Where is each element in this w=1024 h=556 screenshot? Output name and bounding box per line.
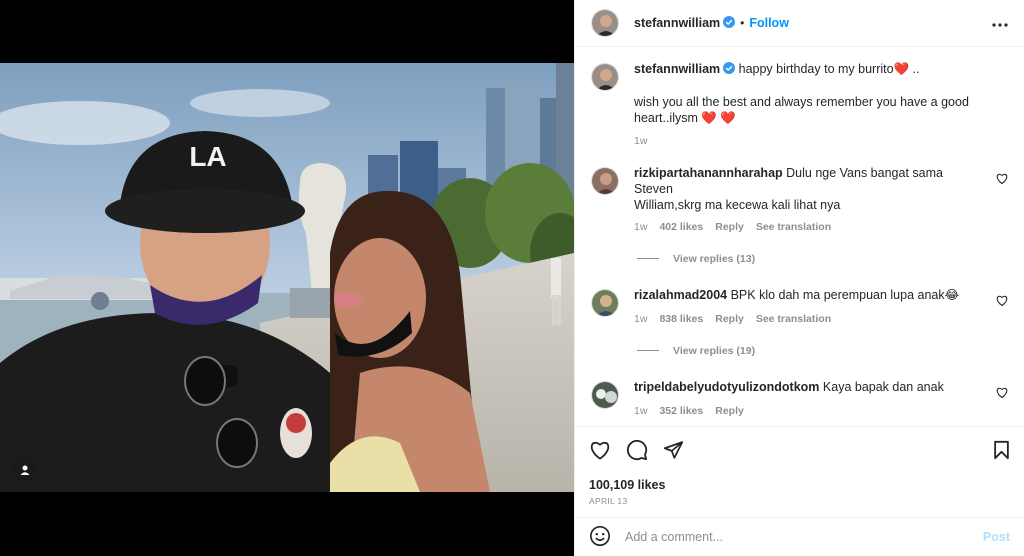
avatar-image <box>592 64 618 90</box>
caption-username[interactable]: stefannwilliam <box>634 62 720 76</box>
likes-count[interactable]: 100,109 likes <box>589 478 1010 492</box>
comment-timestamp: 1w <box>634 220 648 233</box>
avatar[interactable] <box>591 288 619 317</box>
comment-body: tripeldabelyudotyulizondotkom Kaya bapak… <box>634 379 984 419</box>
reply-button[interactable]: Reply <box>715 403 744 419</box>
see-translation-button[interactable]: See translation <box>756 311 831 327</box>
post-caption: stefannwilliam happy birthday to my burr… <box>575 61 1024 149</box>
comment-heart-icon[interactable] <box>996 173 1008 235</box>
author-username[interactable]: stefannwilliam <box>634 16 720 30</box>
comment-item: rizalahmad2004 BPK klo dah ma perempuan … <box>575 287 1024 327</box>
user-tag-icon[interactable] <box>12 457 37 482</box>
add-comment-bar: Add a comment... Post <box>575 517 1024 556</box>
comment-username[interactable]: rizalahmad2004 <box>634 288 727 302</box>
avatar-image <box>592 289 618 316</box>
post-date: APRIL 13 <box>589 496 628 506</box>
verified-badge-icon <box>723 61 736 78</box>
avatar[interactable] <box>591 9 619 37</box>
post-actions: 100,109 likes APRIL 13 <box>575 426 1024 506</box>
reply-button[interactable]: Reply <box>715 311 744 327</box>
caption-meta: 1w <box>634 133 1008 149</box>
verified-badge-icon <box>723 15 736 31</box>
comment-heart-icon[interactable] <box>996 295 1008 327</box>
avatar-image <box>592 10 618 36</box>
caption-text-line3: heart..ilysm ❤️ ❤️ <box>634 110 736 125</box>
replies-divider <box>637 350 659 352</box>
comment-text-line2: William,skrg ma kecewa kali lihat nya <box>634 197 841 212</box>
avatar[interactable] <box>591 380 619 409</box>
comment-heart-icon[interactable] <box>996 387 1008 419</box>
comment-text-line1: Kaya bapak dan anak <box>822 379 944 394</box>
post-header: stefannwilliam • Follow <box>575 0 1024 47</box>
avatar-image <box>592 381 618 408</box>
comment-body: rizkipartahanannharahap Dulu nge Vans ba… <box>634 165 984 235</box>
reply-button[interactable]: Reply <box>715 219 744 235</box>
view-replies-button[interactable]: View replies (13) <box>637 253 1024 265</box>
view-replies-label[interactable]: View replies (13) <box>673 253 755 265</box>
heart-icon[interactable] <box>589 440 611 463</box>
comment-username[interactable]: rizkipartahanannharahap <box>634 166 783 180</box>
post-comment-button[interactable]: Post <box>983 530 1010 544</box>
view-replies-button[interactable]: View replies (19) <box>637 345 1024 357</box>
see-translation-button[interactable]: See translation <box>756 219 831 235</box>
comment-item: tripeldabelyudotyulizondotkom Kaya bapak… <box>575 379 1024 419</box>
comment-likes[interactable]: 352 likes <box>659 403 703 419</box>
caption-first-line: stefannwilliam happy birthday to my burr… <box>634 61 1008 78</box>
share-icon[interactable] <box>663 440 684 463</box>
emoji-icon[interactable] <box>589 525 611 550</box>
comment-likes[interactable]: 402 likes <box>659 219 703 235</box>
comment-likes[interactable]: 838 likes <box>659 311 703 327</box>
post-media-area: LA <box>0 0 574 556</box>
caption-text-line2: wish you all the best and always remembe… <box>634 94 969 109</box>
comments-list[interactable]: stefannwilliam happy birthday to my burr… <box>575 48 1024 426</box>
view-replies-label[interactable]: View replies (19) <box>673 345 755 357</box>
comment-timestamp: 1w <box>634 312 648 325</box>
comment-meta: 1w 838 likes Reply See translation <box>634 311 984 327</box>
comment-meta: 1w 402 likes Reply See translation <box>634 219 984 235</box>
avatar[interactable] <box>591 63 619 91</box>
post-details-panel: stefannwilliam • Follow stefannwilliam h… <box>574 0 1024 556</box>
caption-text-line1: happy birthday to my burrito❤️ .. <box>738 62 920 76</box>
follow-button[interactable]: Follow <box>749 16 789 30</box>
comment-item: rizkipartahanannharahap Dulu nge Vans ba… <box>575 165 1024 235</box>
comment-icon[interactable] <box>626 439 648 464</box>
comment-meta: 1w 352 likes Reply <box>634 403 984 419</box>
bookmark-icon[interactable] <box>993 440 1010 463</box>
avatar-image <box>592 167 618 194</box>
replies-divider <box>637 258 659 260</box>
caption-timestamp: 1w <box>634 134 648 147</box>
selfie-photo-illustration: LA <box>0 63 574 492</box>
avatar[interactable] <box>591 166 619 195</box>
instagram-post-view: LA stefannwilliam • Follow stefannwillia… <box>0 0 1024 556</box>
comment-input[interactable]: Add a comment... <box>625 530 723 544</box>
comment-timestamp: 1w <box>634 404 648 417</box>
more-options-icon[interactable] <box>992 16 1008 30</box>
post-photo[interactable]: LA <box>0 63 574 492</box>
caption-body: stefannwilliam happy birthday to my burr… <box>634 61 1008 149</box>
comment-body: rizalahmad2004 BPK klo dah ma perempuan … <box>634 287 984 327</box>
comment-username[interactable]: tripeldabelyudotyulizondotkom <box>634 380 819 394</box>
user-tag-glyph <box>20 465 29 475</box>
action-icons <box>589 439 1010 464</box>
comment-text-line1: BPK klo dah ma perempuan lupa anak😂 <box>730 287 960 302</box>
separator-dot: • <box>740 16 745 30</box>
svg-text:LA: LA <box>189 141 226 172</box>
